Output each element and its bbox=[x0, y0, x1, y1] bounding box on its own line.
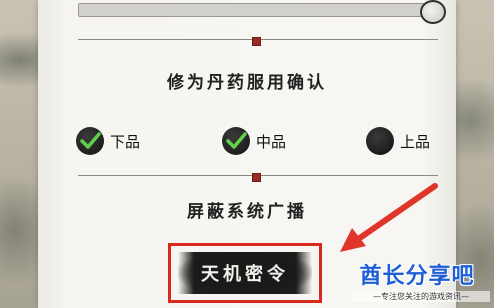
option-middle-grade[interactable]: 中品 bbox=[222, 127, 286, 155]
slider-fill bbox=[79, 4, 433, 16]
watermark-brand: 酋长分享吧 bbox=[359, 264, 475, 289]
seal-icon bbox=[252, 37, 261, 46]
seal-icon bbox=[252, 173, 261, 182]
slider-knob[interactable] bbox=[420, 0, 446, 24]
option-label: 下品 bbox=[110, 132, 141, 151]
option-lower-grade[interactable]: 下品 bbox=[76, 127, 140, 155]
checkbox-checked-icon[interactable] bbox=[76, 127, 104, 155]
tianji-code-label: 天机密令 bbox=[201, 264, 289, 285]
tianji-code-button[interactable]: 天机密令 bbox=[178, 252, 312, 294]
checkbox-checked-icon[interactable] bbox=[222, 127, 250, 155]
option-label: 中品 bbox=[256, 132, 287, 151]
checkbox-unchecked-icon[interactable] bbox=[366, 127, 394, 155]
option-label: 上品 bbox=[400, 132, 431, 151]
watermark-tagline: —专注您关注的游戏资讯— bbox=[352, 291, 490, 302]
annotation-arrow-icon bbox=[340, 183, 438, 252]
volume-slider[interactable] bbox=[78, 3, 434, 17]
highlight-box: 天机密令 bbox=[168, 243, 322, 303]
option-upper-grade[interactable]: 上品 bbox=[366, 127, 430, 155]
pill-confirm-heading: 修为丹药服用确认 bbox=[167, 73, 327, 93]
